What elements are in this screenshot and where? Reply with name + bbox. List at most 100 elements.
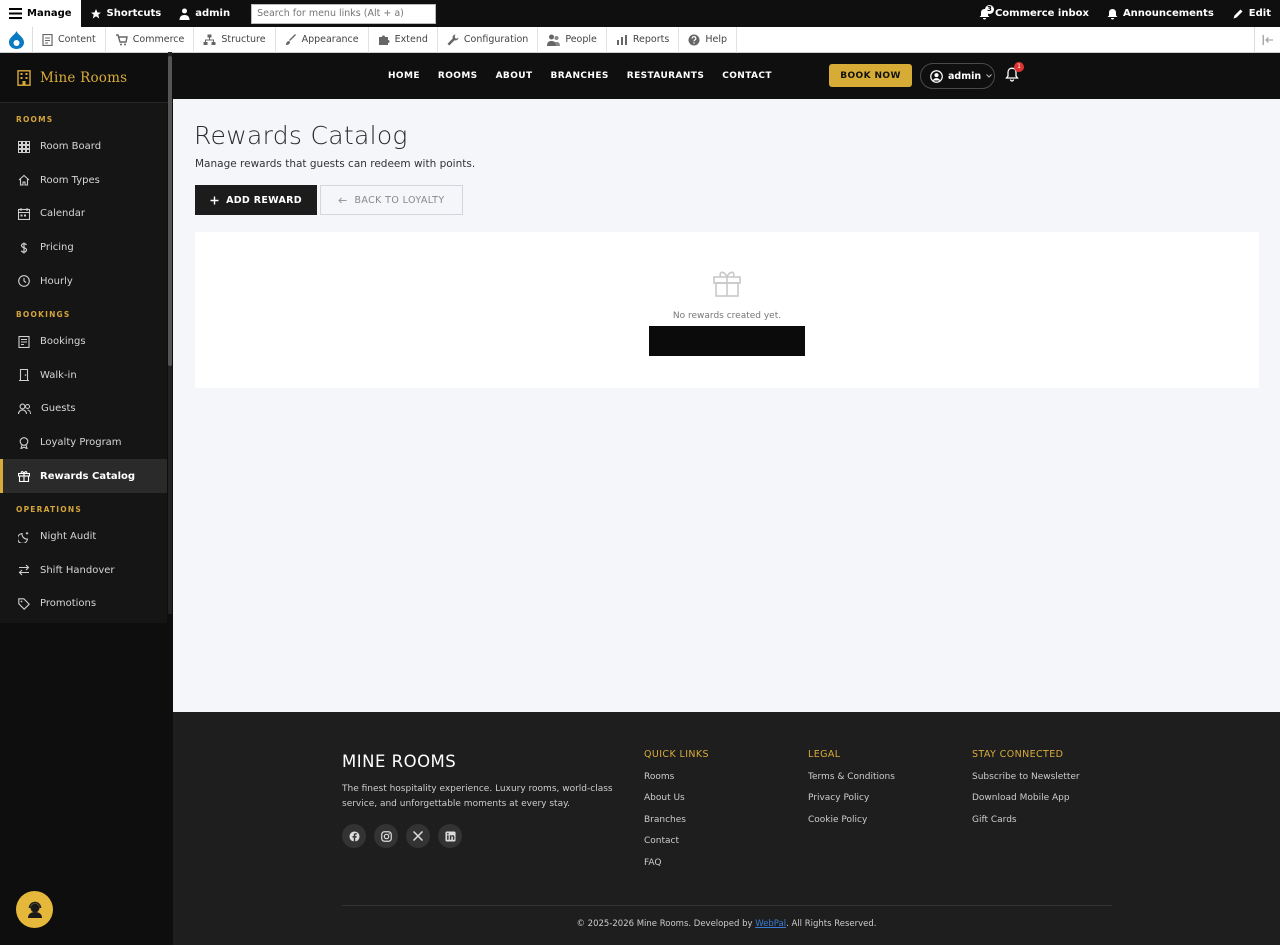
- x-twitter-link[interactable]: [406, 824, 430, 848]
- receipt-icon: [18, 335, 30, 348]
- announcement-bell-icon: [1107, 8, 1118, 19]
- developer-link[interactable]: WebPal: [755, 919, 786, 929]
- shortcuts-button[interactable]: Shortcuts: [81, 0, 171, 27]
- back-to-loyalty-button[interactable]: BACK TO LOYALTY: [320, 185, 463, 215]
- instagram-link[interactable]: [374, 824, 398, 848]
- add-reward-label: ADD REWARD: [226, 194, 302, 206]
- footer-column-title: STAY CONNECTED: [972, 749, 1064, 760]
- tray-orientation-toggle[interactable]: [1254, 26, 1280, 53]
- tray-item-content[interactable]: Content: [33, 26, 106, 53]
- sidebar-item-label: Loyalty Program: [40, 437, 122, 449]
- book-now-button[interactable]: BOOK NOW: [829, 64, 912, 87]
- tray-item-label: Content: [58, 34, 96, 45]
- footer-link-rooms[interactable]: Rooms: [644, 772, 709, 793]
- footer-link-contact[interactable]: Contact: [644, 836, 709, 857]
- user-menu-label: admin: [948, 70, 982, 82]
- nav-link-contact[interactable]: CONTACT: [722, 71, 772, 81]
- building-icon: [17, 69, 31, 86]
- help-icon: [688, 34, 700, 45]
- tray-item-configuration[interactable]: Configuration: [438, 26, 539, 53]
- footer-column-stay-connected: STAY CONNECTED Subscribe to Newsletter D…: [972, 749, 1080, 836]
- sidebar-item-shift-handover[interactable]: Shift Handover: [0, 554, 167, 588]
- drop-icon: [8, 30, 24, 49]
- tray-item-people[interactable]: People: [538, 26, 607, 53]
- user-label: admin: [195, 8, 231, 19]
- sidebar-item-room-types[interactable]: Room Types: [0, 164, 167, 198]
- section-operations: OPERATIONS: [16, 504, 82, 514]
- footer-copyright: © 2025-2026 Mine Rooms. Developed by Web…: [173, 919, 1280, 929]
- footer-link-faq[interactable]: FAQ: [644, 858, 709, 879]
- site-footer: MINE ROOMS The finest hospitality experi…: [173, 712, 1280, 945]
- sidebar-item-night-audit[interactable]: Night Audit: [0, 520, 167, 554]
- sidebar-item-label: Room Board: [40, 141, 102, 153]
- sidebar-item-bookings[interactable]: Bookings: [0, 325, 167, 359]
- sidebar-menu: ROOMS Room Board Room Types Calendar Pri…: [0, 103, 167, 623]
- sidebar-item-loyalty-program[interactable]: Loyalty Program: [0, 426, 167, 460]
- nav-link-home[interactable]: HOME: [388, 71, 420, 81]
- sidebar-item-label: Shift Handover: [40, 564, 115, 576]
- tray-item-commerce[interactable]: Commerce: [106, 26, 195, 53]
- drupal-logo[interactable]: [0, 26, 33, 53]
- collapse-icon: [1262, 34, 1273, 45]
- footer-link-gift-cards[interactable]: Gift Cards: [972, 815, 1080, 836]
- footer-link-newsletter[interactable]: Subscribe to Newsletter: [972, 772, 1080, 793]
- user-circle-icon: [930, 69, 943, 83]
- add-reward-button[interactable]: ADD REWARD: [195, 185, 317, 215]
- pencil-icon: [1233, 9, 1243, 18]
- award-icon: [19, 436, 29, 449]
- empty-gift-icon: [712, 268, 742, 298]
- sidebar-item-pricing[interactable]: Pricing: [0, 231, 167, 265]
- sidebar-item-hourly[interactable]: Hourly: [0, 264, 167, 298]
- manage-button[interactable]: Manage: [0, 0, 81, 27]
- sidebar-item-label: Promotions: [40, 598, 97, 610]
- linkedin-icon: [444, 830, 456, 842]
- footer-column-title: QUICK LINKS: [644, 749, 709, 760]
- user-menu-button[interactable]: admin: [920, 63, 995, 89]
- tray-item-help[interactable]: Help: [679, 26, 737, 53]
- footer-link-cookie[interactable]: Cookie Policy: [808, 815, 895, 836]
- sidebar-item-calendar[interactable]: Calendar: [0, 197, 167, 231]
- empty-state-action-button[interactable]: [649, 326, 805, 356]
- tray-item-appearance[interactable]: Appearance: [276, 26, 369, 53]
- tray-item-label: Help: [705, 34, 727, 45]
- announcements-button[interactable]: Announcements: [1098, 0, 1223, 27]
- calendar-icon: [18, 207, 30, 220]
- tray-item-structure[interactable]: Structure: [194, 26, 276, 53]
- sidebar-item-promotions[interactable]: Promotions: [0, 587, 167, 621]
- content-icon: [42, 33, 53, 46]
- sidebar-scroll-thumb[interactable]: [168, 56, 172, 366]
- facebook-link[interactable]: [342, 824, 366, 848]
- sidebar-item-label: Bookings: [40, 336, 86, 348]
- brand-name: Mine Rooms: [40, 69, 128, 86]
- social-links: [342, 824, 462, 848]
- sidebar-item-rewards-catalog[interactable]: Rewards Catalog: [0, 459, 167, 493]
- menu-search-input[interactable]: [251, 3, 437, 24]
- footer-link-mobile-app[interactable]: Download Mobile App: [972, 793, 1080, 814]
- linkedin-link[interactable]: [438, 824, 462, 848]
- nav-link-restaurants[interactable]: RESTAURANTS: [627, 71, 704, 81]
- footer-link-about-us[interactable]: About Us: [644, 793, 709, 814]
- tray-item-extend[interactable]: Extend: [369, 26, 438, 53]
- nav-link-about[interactable]: ABOUT: [496, 71, 533, 81]
- footer-link-branches[interactable]: Branches: [644, 815, 709, 836]
- notification-badge: 1: [1014, 62, 1024, 72]
- assistant-button[interactable]: [16, 891, 53, 928]
- page-title: Rewards Catalog: [194, 121, 408, 150]
- nav-link-rooms[interactable]: ROOMS: [438, 71, 478, 81]
- instagram-icon: [380, 830, 392, 842]
- user-button[interactable]: admin: [170, 0, 239, 27]
- copyright-prefix: © 2025-2026 Mine Rooms. Developed by: [576, 919, 756, 929]
- sidebar-item-walk-in[interactable]: Walk-in: [0, 359, 167, 393]
- sidebar-item-room-board[interactable]: Room Board: [0, 130, 167, 164]
- footer-link-terms[interactable]: Terms & Conditions: [808, 772, 895, 793]
- arrow-left-icon: [338, 197, 347, 203]
- edit-button[interactable]: Edit: [1223, 0, 1280, 27]
- nav-link-branches[interactable]: BRANCHES: [551, 71, 609, 81]
- sidebar-item-label: Night Audit: [40, 531, 97, 543]
- brand-logo[interactable]: Mine Rooms: [0, 53, 173, 103]
- commerce-inbox-button[interactable]: 3 Commerce inbox: [970, 0, 1098, 27]
- sidebar-item-guests[interactable]: Guests: [0, 392, 167, 426]
- footer-link-privacy[interactable]: Privacy Policy: [808, 793, 895, 814]
- home-icon: [18, 175, 30, 186]
- tray-item-reports[interactable]: Reports: [607, 26, 680, 53]
